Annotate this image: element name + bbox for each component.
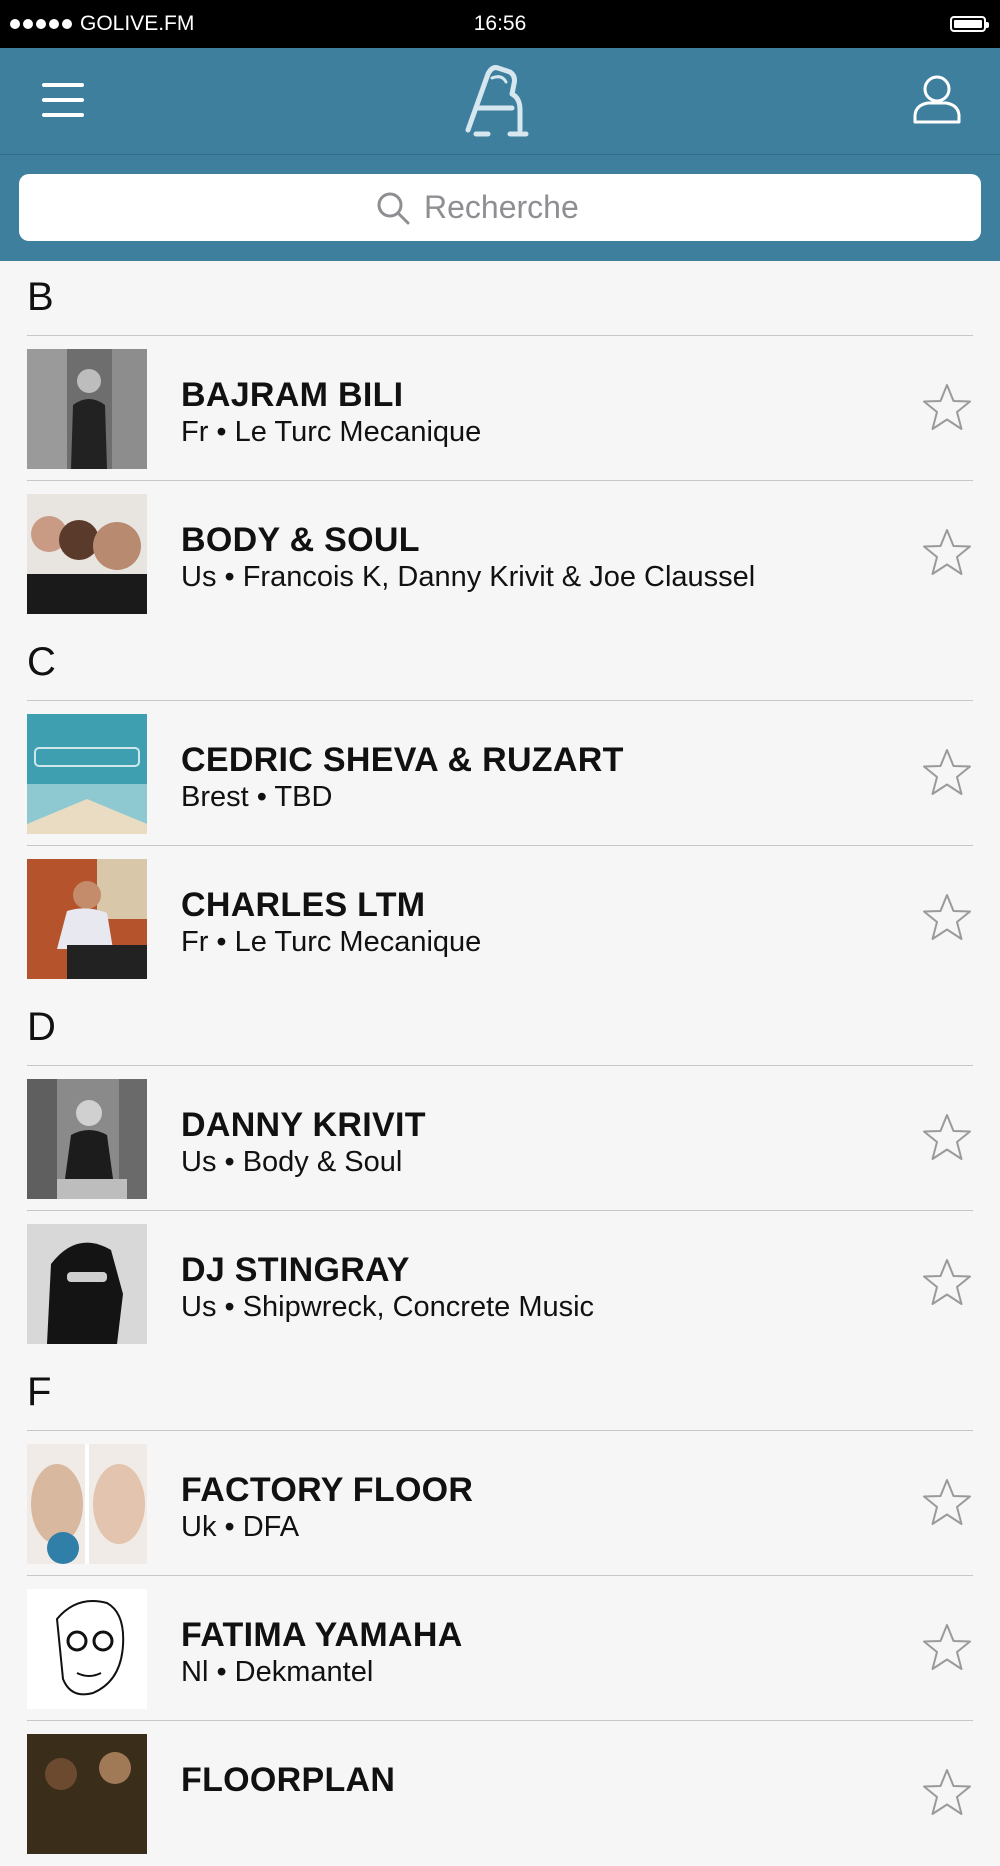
artist-name: FACTORY FLOOR bbox=[181, 1471, 474, 1509]
star-outline-icon[interactable] bbox=[921, 1477, 973, 1529]
artist-photo bbox=[27, 1079, 147, 1199]
artist-details: Brest • TBD bbox=[181, 781, 333, 813]
section-header-f: F bbox=[27, 1356, 973, 1431]
signal-strength-icon bbox=[10, 19, 72, 29]
carrier-name: GOLIVE.FM bbox=[80, 12, 195, 35]
status-bar: GOLIVE.FM 16:56 bbox=[0, 0, 1000, 48]
star-outline-icon[interactable] bbox=[921, 527, 973, 579]
artist-details: Nl • Dekmantel bbox=[181, 1656, 374, 1688]
artist-details: Us • Shipwreck, Concrete Music bbox=[181, 1291, 595, 1323]
artist-list[interactable]: B BAJRAM BILI Fr • Le Turc Mecanique BOD… bbox=[0, 261, 1000, 1866]
artist-photo bbox=[27, 714, 147, 834]
artist-details: Uk • DFA bbox=[181, 1511, 300, 1543]
artist-details: Us • Francois K, Danny Krivit & Joe Clau… bbox=[181, 561, 756, 593]
artist-photo bbox=[27, 1444, 147, 1564]
hamburger-menu-icon[interactable] bbox=[40, 78, 86, 122]
artist-photo bbox=[27, 349, 147, 469]
carrier-info: GOLIVE.FM bbox=[10, 12, 310, 36]
section-header-d: D bbox=[27, 991, 973, 1066]
battery-full-icon bbox=[950, 16, 989, 32]
star-outline-icon[interactable] bbox=[921, 1767, 973, 1819]
star-outline-icon[interactable] bbox=[921, 892, 973, 944]
section-letter: D bbox=[27, 1005, 56, 1049]
artist-row[interactable]: CEDRIC SHEVA & RUZART Brest • TBD bbox=[27, 701, 973, 846]
section-letter: C bbox=[27, 640, 56, 684]
navigation-bar bbox=[0, 48, 1000, 155]
artist-row[interactable]: BAJRAM BILI Fr • Le Turc Mecanique bbox=[27, 336, 973, 481]
section-header-c: C bbox=[27, 626, 973, 701]
search-field[interactable] bbox=[19, 174, 981, 241]
artist-name: DJ STINGRAY bbox=[181, 1251, 410, 1289]
artist-name: BODY & SOUL bbox=[181, 521, 420, 559]
artist-row[interactable]: BODY & SOUL Us • Francois K, Danny Krivi… bbox=[27, 481, 973, 626]
artist-photo bbox=[27, 494, 147, 614]
status-time: 16:56 bbox=[473, 12, 527, 35]
artist-row[interactable]: DANNY KRIVIT Us • Body & Soul bbox=[27, 1066, 973, 1211]
artist-name: CEDRIC SHEVA & RUZART bbox=[181, 741, 624, 779]
section-letter: F bbox=[27, 1370, 52, 1414]
search-bar-container bbox=[0, 155, 1000, 261]
artist-row[interactable]: CHARLES LTM Fr • Le Turc Mecanique bbox=[27, 846, 973, 991]
section-letter: B bbox=[27, 275, 54, 319]
artist-name: FATIMA YAMAHA bbox=[181, 1616, 463, 1654]
section-header-b: B bbox=[27, 261, 973, 336]
star-outline-icon[interactable] bbox=[921, 1112, 973, 1164]
artist-photo bbox=[27, 1734, 147, 1854]
artist-details: Us • Body & Soul bbox=[181, 1146, 403, 1178]
star-outline-icon[interactable] bbox=[921, 1257, 973, 1309]
artist-details: Fr • Le Turc Mecanique bbox=[181, 926, 482, 958]
search-icon bbox=[377, 192, 410, 224]
artist-name: DANNY KRIVIT bbox=[181, 1106, 426, 1144]
app-logo-icon[interactable] bbox=[462, 64, 530, 138]
search-input[interactable] bbox=[424, 189, 624, 226]
artist-row[interactable]: FLOORPLAN bbox=[27, 1721, 973, 1866]
artist-name: CHARLES LTM bbox=[181, 886, 426, 924]
artist-name: FLOORPLAN bbox=[181, 1761, 396, 1799]
star-outline-icon[interactable] bbox=[921, 382, 973, 434]
star-outline-icon[interactable] bbox=[921, 1622, 973, 1674]
artist-photo bbox=[27, 1224, 147, 1344]
artist-photo bbox=[27, 1589, 147, 1709]
user-profile-icon[interactable] bbox=[912, 73, 962, 125]
artist-row[interactable]: FATIMA YAMAHA Nl • Dekmantel bbox=[27, 1576, 973, 1721]
artist-photo bbox=[27, 859, 147, 979]
artist-row[interactable]: DJ STINGRAY Us • Shipwreck, Concrete Mus… bbox=[27, 1211, 973, 1356]
artist-details: Fr • Le Turc Mecanique bbox=[181, 416, 482, 448]
artist-row[interactable]: FACTORY FLOOR Uk • DFA bbox=[27, 1431, 973, 1576]
star-outline-icon[interactable] bbox=[921, 747, 973, 799]
artist-name: BAJRAM BILI bbox=[181, 376, 404, 414]
